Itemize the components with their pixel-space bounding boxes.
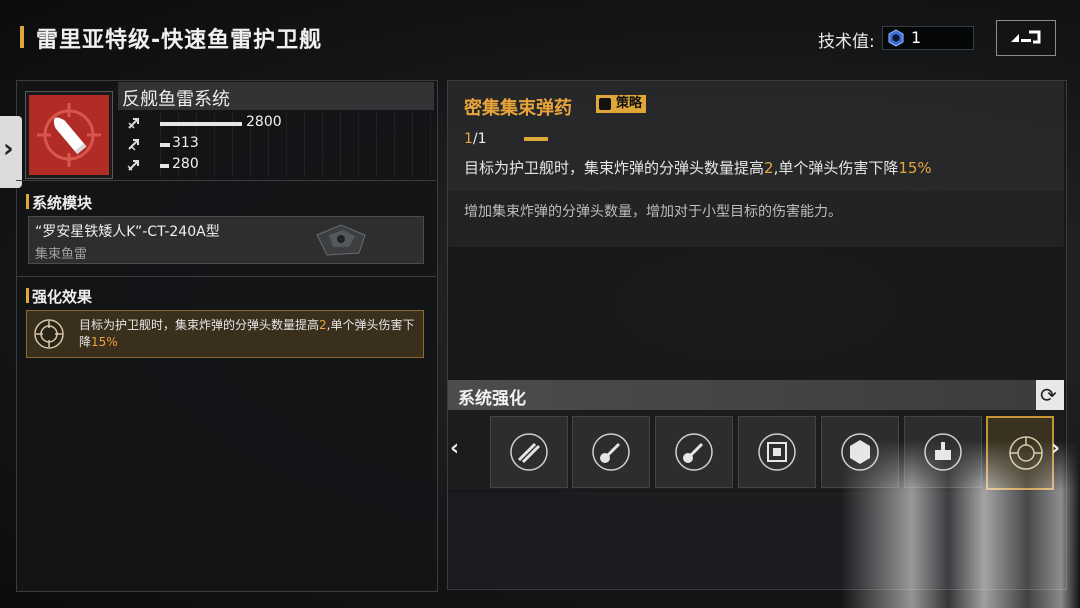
stat-bar-damage xyxy=(160,122,242,126)
stat-bar-speed xyxy=(160,164,169,168)
title-accent xyxy=(20,26,24,48)
missile-pair-icon xyxy=(510,433,548,471)
chip-icon xyxy=(758,433,796,471)
stat-bar-range xyxy=(160,143,170,147)
upgrade-slot[interactable] xyxy=(655,416,733,488)
section-accent xyxy=(26,288,29,303)
screen-glare-overlay xyxy=(840,440,1080,608)
torpedo-shell-icon xyxy=(37,103,101,167)
chevron-right-icon: › xyxy=(3,134,14,164)
upgrade-flavor-text: 增加集束炸弹的分弹头数量，增加对于小型目标的伤害能力。 xyxy=(464,204,842,220)
stat-row-range: 313 xyxy=(126,135,426,153)
module-section-title: 系统模块 xyxy=(32,194,93,212)
back-arrow-icon xyxy=(1011,30,1041,44)
upgrade-slot[interactable] xyxy=(572,416,650,488)
range-arrow-icon xyxy=(128,139,139,151)
section-accent xyxy=(26,194,29,209)
module-name: “罗安星铁矮人K”-CT-240A型 xyxy=(35,224,220,240)
system-upgrade-header xyxy=(448,380,1064,410)
effect-card: 目标为护卫舰时，集束炸弹的分弹头数量提高2,单个弹头伤害下降15% xyxy=(26,310,424,358)
tech-value-box: 1 xyxy=(882,26,974,50)
refresh-icon: ⟳ xyxy=(1040,383,1057,407)
upgrade-level: 1/1 xyxy=(464,131,487,147)
upgrade-slot[interactable] xyxy=(738,416,816,488)
top-bar: 雷里亚特级-快速鱼雷护卫舰 技术值: 1 xyxy=(0,0,1080,72)
crosshair-shield-icon xyxy=(34,319,64,349)
effect-section-title: 强化效果 xyxy=(32,288,93,306)
stat-value-damage: 2800 xyxy=(246,114,282,130)
refresh-button[interactable]: ⟳ xyxy=(1036,380,1064,410)
effect-description: 目标为护卫舰时，集束炸弹的分弹头数量提高2,单个弹头伤害下降15% xyxy=(79,318,415,349)
strategy-tag: 策略 xyxy=(596,95,647,113)
stat-row-damage: 2800 xyxy=(126,114,426,132)
torpedo-launcher-icon xyxy=(316,224,366,256)
missile-guitar-icon xyxy=(675,433,713,471)
back-button[interactable] xyxy=(996,20,1056,56)
module-card[interactable]: “罗安星铁矮人K”-CT-240A型 集束鱼雷 xyxy=(28,216,424,264)
module-type: 集束鱼雷 xyxy=(35,247,88,262)
stat-value-speed: 280 xyxy=(172,156,199,172)
page-title: 雷里亚特级-快速鱼雷护卫舰 xyxy=(36,28,323,53)
divider xyxy=(16,276,436,277)
system-upgrade-title: 系统强化 xyxy=(458,389,526,409)
upgrade-slot[interactable] xyxy=(490,416,568,488)
scroll-left-arrow-icon[interactable]: ‹ xyxy=(450,436,459,461)
stat-value-range: 313 xyxy=(172,135,199,151)
weapon-icon-box[interactable] xyxy=(25,91,113,179)
missile-guitar-icon xyxy=(592,433,630,471)
upgrade-description: 目标为护卫舰时，集束炸弹的分弹头数量提高2,单个弹头伤害下降15% xyxy=(464,159,932,177)
speed-arrow-icon xyxy=(127,160,139,171)
tech-value-label: 技术值: xyxy=(818,32,875,52)
weapon-name: 反舰鱼雷系统 xyxy=(122,89,230,110)
stat-row-speed: 280 xyxy=(126,156,426,174)
damage-arrow-icon xyxy=(128,118,139,129)
expand-side-tab[interactable]: › xyxy=(0,116,22,188)
tech-hex-icon xyxy=(888,29,904,47)
upgrade-title: 密集集束弹药 xyxy=(464,98,572,119)
level-bar xyxy=(524,137,548,141)
divider xyxy=(16,180,436,181)
strategy-icon xyxy=(599,98,611,110)
tech-value: 1 xyxy=(911,28,922,47)
